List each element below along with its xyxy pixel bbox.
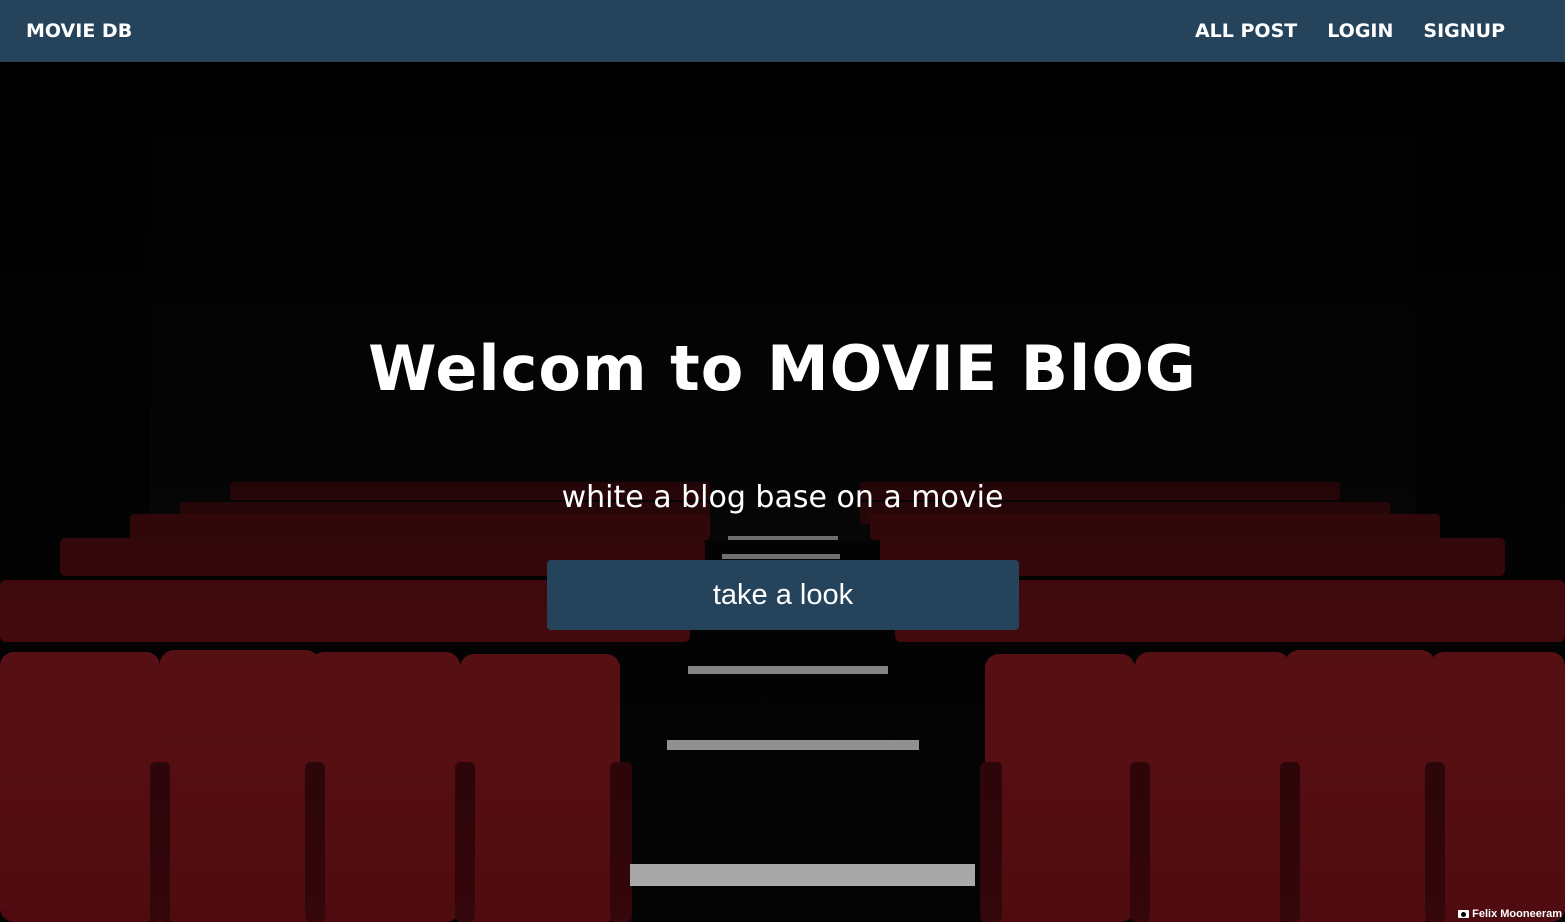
photo-credit-name: Felix Mooneeram <box>1472 908 1562 920</box>
brand-logo-link[interactable]: MOVIE DB <box>26 0 132 62</box>
nav-link-all-post[interactable]: ALL POST <box>1195 0 1297 62</box>
hero-title: Welcom to MOVIE BlOG <box>368 332 1197 405</box>
nav-links: ALL POST LOGIN SIGNUP <box>1195 0 1505 62</box>
top-navbar: MOVIE DB ALL POST LOGIN SIGNUP <box>0 0 1565 62</box>
take-a-look-button[interactable]: take a look <box>547 560 1019 630</box>
nav-link-signup[interactable]: SIGNUP <box>1423 0 1505 62</box>
hero-section: Welcom to MOVIE BlOG white a blog base o… <box>0 62 1565 922</box>
camera-icon <box>1458 910 1470 918</box>
photo-credit[interactable]: Felix Mooneeram <box>1458 908 1562 920</box>
nav-link-login[interactable]: LOGIN <box>1327 0 1393 62</box>
hero-subtitle: white a blog base on a movie <box>561 480 1004 515</box>
